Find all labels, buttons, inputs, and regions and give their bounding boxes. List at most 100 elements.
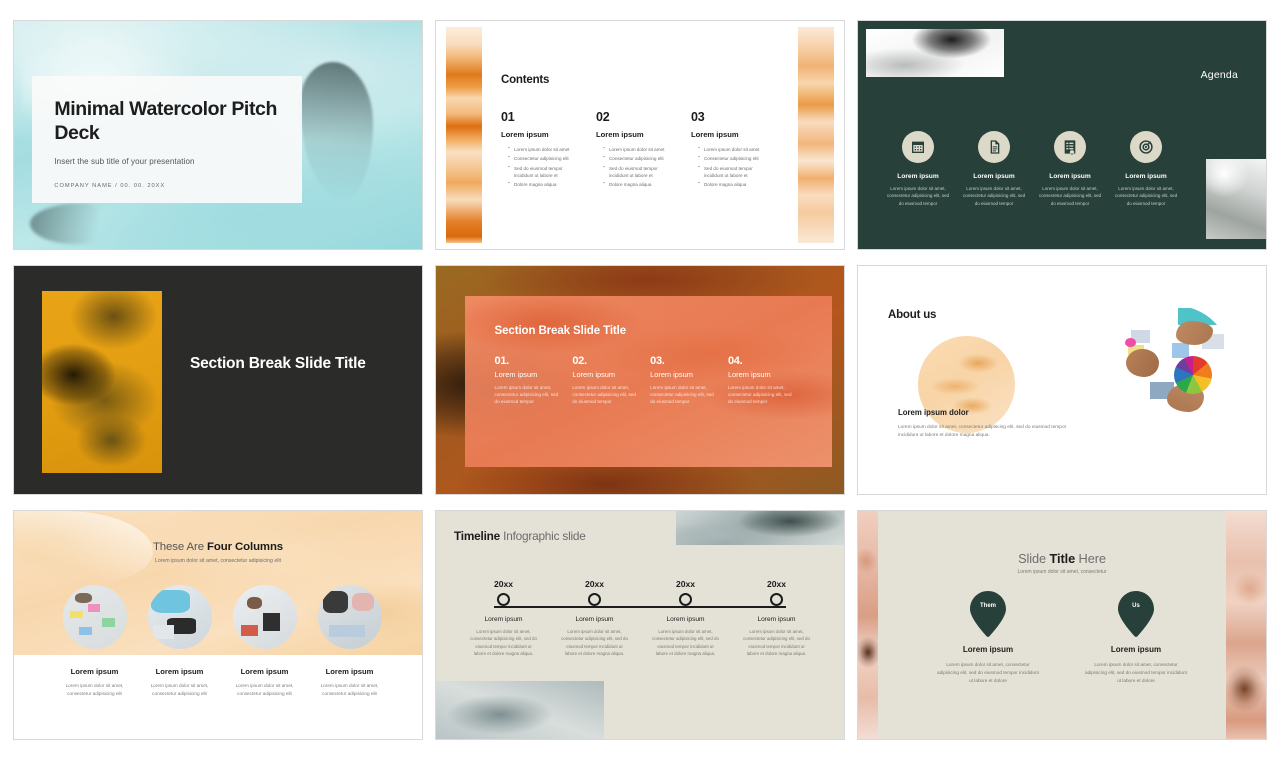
timeline-dot-icon xyxy=(679,593,692,606)
contents-column: 02 Lorem ipsum Lorem ipsum dolor sit ame… xyxy=(596,110,691,190)
timeline-node-body: Lorem ipsum dolor sit amet, consectetur … xyxy=(470,629,537,656)
section-break-column: 02. Lorem ipsum Lorem ipsum dolor sit am… xyxy=(572,355,650,406)
slide-thumbnail-comparison[interactable]: Slide Title Here Lorem ipsum dolor sit a… xyxy=(857,510,1267,740)
list-item: Sed do eiusmod tempor incididunt ut labo… xyxy=(508,164,582,179)
timeline-node-title: Lorem ipsum xyxy=(575,616,614,623)
contents-column-title: Lorem ipsum xyxy=(595,130,644,139)
agenda-item-title: Lorem ipsum xyxy=(1125,173,1167,180)
about-us-body: Lorem ipsum dolor sit amet, consectetur … xyxy=(898,425,1067,439)
contents-bullet-list: Lorem ipsum dolor sit amet Consectetur a… xyxy=(501,145,582,188)
timeline-node-title: Lorem ipsum xyxy=(484,616,523,623)
timeline-node-title: Lorem ipsum xyxy=(666,616,705,623)
title-light: Infographic slide xyxy=(500,529,586,543)
list-item: Sed do eiusmod tempor incididunt ut labo… xyxy=(603,164,677,179)
list-item: Consectetur adipisicing elit xyxy=(508,154,582,162)
slide-grid: Minimal Watercolor Pitch Deck Insert the… xyxy=(0,0,1280,760)
report-icon xyxy=(1054,131,1086,163)
slide-thumbnail-section-break-coral[interactable]: Section Break Slide Title 01. Lorem ipsu… xyxy=(435,265,845,495)
list-item: Lorem ipsum dolor sit amet xyxy=(508,145,582,153)
column-title: Lorem ipsum xyxy=(1110,645,1162,654)
slide-thumbnail-title[interactable]: Minimal Watercolor Pitch Deck Insert the… xyxy=(13,20,423,250)
column-body: Lorem ipsum dolor sit amet, consectetur … xyxy=(235,683,294,696)
contents-bullet-list: Lorem ipsum dolor sit amet Consectetur a… xyxy=(691,145,772,188)
about-us-title: About us xyxy=(888,309,937,321)
title-card: Minimal Watercolor Pitch Deck Insert the… xyxy=(32,75,302,204)
column-title: Lorem ipsum xyxy=(962,645,1014,654)
column-title: Lorem ipsum xyxy=(494,369,538,379)
column-title: Lorem ipsum xyxy=(155,667,204,676)
column-body: Lorem ipsum dolor sit amet, consectetur … xyxy=(150,683,209,696)
agenda-item-body: Lorem ipsum dolor sit amet, consectetur … xyxy=(962,186,1026,206)
list-item: Consectetur adipisicing elit xyxy=(603,154,677,162)
agenda-item-title: Lorem ipsum xyxy=(1049,173,1091,180)
timeline-title: Timeline Infographic slide xyxy=(454,529,586,543)
column-number: 03. xyxy=(650,354,665,367)
photo-avatar-icon xyxy=(317,585,382,649)
pin-label: Them xyxy=(979,603,996,609)
agenda-item: Lorem ipsum Lorem ipsum dolor sit amet, … xyxy=(956,131,1032,207)
section-break-title: Section Break Slide Title xyxy=(494,324,627,337)
calendar-icon xyxy=(902,131,934,163)
timeline-year: 20xx xyxy=(675,579,696,589)
timeline-year: 20xx xyxy=(584,579,605,589)
timeline-node-body: Lorem ipsum dolor sit amet, consectetur … xyxy=(652,629,719,656)
column-title: Lorem ipsum xyxy=(572,369,616,379)
list-item: Sed do eiusmod tempor incididunt ut labo… xyxy=(698,164,772,179)
section-break-columns: 01. Lorem ipsum Lorem ipsum dolor sit am… xyxy=(495,355,806,406)
pin-label: Us xyxy=(1132,603,1140,609)
comparison-subtitle: Lorem ipsum dolor sit amet, consectetur xyxy=(1017,569,1107,575)
agenda-item: Lorem ipsum Lorem ipsum dolor sit amet, … xyxy=(1032,131,1108,207)
list-item: Lorem ipsum dolor sit amet xyxy=(698,145,772,153)
timeline-dot-icon xyxy=(588,593,601,606)
column-title: Lorem ipsum xyxy=(727,369,771,379)
agenda-item-title: Lorem ipsum xyxy=(973,173,1015,180)
slide-thumbnail-agenda[interactable]: Agenda Lorem ipsum Lorem ipsum dolor sit… xyxy=(857,20,1267,250)
column-body: Lorem ipsum dolor sit amet, consectetur … xyxy=(1085,662,1187,684)
target-icon xyxy=(1130,131,1162,163)
column-item: Lorem ipsum Lorem ipsum dolor sit amet, … xyxy=(52,585,137,697)
contents-column: 01 Lorem ipsum Lorem ipsum dolor sit ame… xyxy=(501,110,596,190)
about-us-caption: Lorem ipsum dolor xyxy=(898,408,969,417)
title-meta: COMPANY NAME / 00. 00. 20XX xyxy=(54,183,166,190)
slide-thumbnail-contents[interactable]: Contents 01 Lorem ipsum Lorem ipsum dolo… xyxy=(435,20,845,250)
timeline-node: 20xx Lorem ipsum Lorem ipsum dolor sit a… xyxy=(458,579,549,657)
title-light-1: Slide xyxy=(1018,551,1050,566)
list-item: Dolore magna aliqua xyxy=(698,180,772,188)
slide-thumbnail-about-us[interactable]: About us Lorem ipsum dolor Lorem ipsum d… xyxy=(857,265,1267,495)
agenda-item-body: Lorem ipsum dolor sit amet, consectetur … xyxy=(1038,186,1102,206)
slide-thumbnail-timeline[interactable]: Timeline Infographic slide 20xx Lorem ip… xyxy=(435,510,845,740)
section-break-panel: Section Break Slide Title 01. Lorem ipsu… xyxy=(465,296,832,467)
timeline-nodes: 20xx Lorem ipsum Lorem ipsum dolor sit a… xyxy=(458,579,822,657)
title-bold: Four Columns xyxy=(207,541,284,553)
timeline-node-body: Lorem ipsum dolor sit amet, consectetur … xyxy=(743,629,810,656)
timeline-node: 20xx Lorem ipsum Lorem ipsum dolor sit a… xyxy=(549,579,640,657)
timeline-node: 20xx Lorem ipsum Lorem ipsum dolor sit a… xyxy=(640,579,731,657)
contents-bullet-list: Lorem ipsum dolor sit amet Consectetur a… xyxy=(596,145,677,188)
watercolor-strip-right-icon xyxy=(798,27,834,243)
watercolor-photo-right-icon xyxy=(1206,159,1266,239)
agenda-item: Lorem ipsum Lorem ipsum dolor sit amet, … xyxy=(1108,131,1184,207)
column-body: Lorem ipsum dolor sit amet, consectetur … xyxy=(937,662,1039,684)
comparison-title: Slide Title Here xyxy=(858,551,1266,566)
slide-thumbnail-section-break-dark[interactable]: Section Break Slide Title xyxy=(13,265,423,495)
contents-number: 01 xyxy=(501,110,515,124)
column-number: 02. xyxy=(572,354,587,367)
slide-thumbnail-four-columns[interactable]: These Are Four Columns Lorem ipsum dolor… xyxy=(13,510,423,740)
contents-body: Contents 01 Lorem ipsum Lorem ipsum dolo… xyxy=(501,21,786,249)
section-break-column: 03. Lorem ipsum Lorem ipsum dolor sit am… xyxy=(650,355,728,406)
column-number: 01. xyxy=(494,354,510,367)
agenda-items: Lorem ipsum Lorem ipsum dolor sit amet, … xyxy=(880,131,1184,207)
column-body: Lorem ipsum dolor sit amet, consectetur … xyxy=(65,683,124,696)
team-photo-icon xyxy=(1122,306,1230,414)
column-body: Lorem ipsum dolor sit amet, consectetur … xyxy=(727,384,792,405)
watercolor-circle-icon xyxy=(918,336,1015,433)
watercolor-streak-icon xyxy=(299,62,374,199)
section-break-column: 01. Lorem ipsum Lorem ipsum dolor sit am… xyxy=(495,355,573,406)
four-columns-row: Lorem ipsum Lorem ipsum dolor sit amet, … xyxy=(52,585,392,697)
title-subtitle: Insert the sub title of your presentatio… xyxy=(54,157,195,167)
column-item: Lorem ipsum Lorem ipsum dolor sit amet, … xyxy=(222,585,307,697)
photo-avatar-icon xyxy=(232,585,297,649)
column-title: Lorem ipsum xyxy=(70,667,119,676)
timeline-dot-icon xyxy=(770,593,783,606)
comparison-column: Them Lorem ipsum Lorem ipsum dolor sit a… xyxy=(914,591,1062,685)
